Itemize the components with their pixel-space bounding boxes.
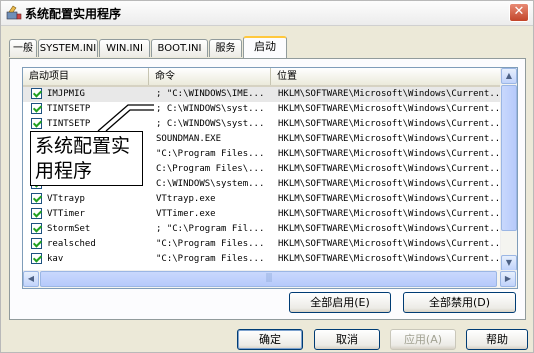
startup-item-command: VTTimer.exe (156, 209, 216, 219)
msconfig-app-icon (6, 5, 22, 20)
vertical-scrollbar[interactable]: ▲ ▼ (500, 68, 517, 271)
column-header-command[interactable]: 命令 (149, 68, 271, 85)
list-row[interactable]: TINTSETP ; C:\WINDOWS\syst... HKLM\SOFTWAR… (23, 102, 503, 117)
startup-item-command: "C:\Program Files... (156, 149, 265, 159)
button-label: 取消 (336, 333, 358, 346)
startup-item-command: VTtrayp.exe (156, 194, 216, 204)
startup-item-checkbox[interactable] (31, 88, 42, 99)
tab-system-ini[interactable]: SYSTEM.INI (38, 39, 98, 57)
tab-general[interactable]: 一般 (9, 39, 37, 57)
startup-item-name: VTTimer (47, 209, 85, 219)
list-row[interactable]: VTtrayp VTtrayp.exe HKLM\SOFTWARE\Microsof… (23, 192, 503, 207)
help-button[interactable]: 帮助 (466, 329, 528, 350)
tab-label: 启动 (254, 40, 276, 53)
startup-item-location: HKLM\SOFTWARE\Microsoft\Windows\Current.… (278, 254, 503, 264)
tab-label: SYSTEM.INI (39, 43, 97, 54)
startup-item-name: TINTSETP (47, 119, 91, 129)
ok-button[interactable]: 确定 (237, 329, 303, 350)
list-header: 启动项目 命令 位置 (23, 68, 503, 87)
button-label: 应用(A) (403, 333, 443, 346)
startup-item-location: HKLM\SOFTWARE\Microsoft\Windows\Current.… (278, 179, 503, 189)
column-label: 位置 (277, 71, 297, 82)
title-bar: 系统配置实用程序 ✕ (1, 1, 533, 26)
startup-item-checkbox[interactable] (31, 223, 42, 234)
startup-item-location: HKLM\SOFTWARE\Microsoft\Windows\Current.… (278, 164, 503, 174)
startup-item-command: C:\WINDOWS\system... (156, 179, 265, 189)
startup-item-location: HKLM\SOFTWARE\Microsoft\Windows\Current.… (278, 134, 503, 144)
startup-item-checkbox[interactable] (31, 208, 42, 219)
scroll-left-button[interactable]: ◀ (23, 271, 39, 287)
button-label: 全部禁用(D) (428, 296, 491, 309)
startup-item-checkbox[interactable] (31, 118, 42, 129)
startup-item-command: "C:\Program Files... (156, 239, 265, 249)
chevron-down-icon: ▼ (505, 258, 513, 267)
startup-item-name: realsched (47, 239, 96, 249)
apply-button[interactable]: 应用(A) (390, 329, 456, 350)
tab-services[interactable]: 服务 (209, 39, 242, 57)
horizontal-scrollbar[interactable]: ◀ ||| ▶ (23, 270, 517, 288)
startup-item-command: ; C:\WINDOWS\syst... (156, 119, 265, 129)
startup-item-location: HKLM\SOFTWARE\Microsoft\Windows\Current.… (278, 224, 503, 234)
close-button[interactable]: ✕ (509, 3, 529, 22)
list-row[interactable]: kav "C:\Program Files... HKLM\SOFTWARE\Mic… (23, 252, 503, 267)
startup-item-location: HKLM\SOFTWARE\Microsoft\Windows\Current.… (278, 209, 503, 219)
startup-item-location: HKLM\SOFTWARE\Microsoft\Windows\Current.… (278, 104, 503, 114)
startup-item-location: HKLM\SOFTWARE\Microsoft\Windows\Current.… (278, 89, 503, 99)
chevron-right-icon: ▶ (504, 274, 512, 283)
startup-item-location: HKLM\SOFTWARE\Microsoft\Windows\Current.… (278, 119, 503, 129)
column-label: 启动项目 (29, 71, 69, 82)
tab-label: BOOT.INI (157, 43, 202, 54)
startup-item-command: ; C:\WINDOWS\syst... (156, 104, 265, 114)
chevron-left-icon: ◀ (27, 274, 35, 283)
startup-item-command: ; "C:\WINDOWS\IME... (156, 89, 265, 99)
horizontal-scroll-thumb[interactable]: ||| (40, 271, 497, 287)
list-row[interactable]: VTTimer VTTimer.exe HKLM\SOFTWARE\Microsof… (23, 207, 503, 222)
scroll-right-button[interactable]: ▶ (500, 271, 516, 287)
startup-item-location: HKLM\SOFTWARE\Microsoft\Windows\Current.… (278, 194, 503, 204)
startup-item-location: HKLM\SOFTWARE\Microsoft\Windows\Current.… (278, 239, 503, 249)
tab-win-ini[interactable]: WIN.INI (99, 39, 150, 57)
scroll-up-button[interactable]: ▲ (501, 68, 517, 84)
startup-item-name: kav (47, 254, 64, 264)
startup-item-command: C:\Program Files\... (156, 164, 265, 174)
startup-item-name: StormSet (47, 224, 91, 234)
scroll-down-button[interactable]: ▼ (501, 255, 517, 271)
startup-item-command: ; "C:\Program Fil... (156, 224, 265, 234)
tab-boot-ini[interactable]: BOOT.INI (151, 39, 208, 57)
startup-item-command: SOUNDMAN.EXE (156, 134, 222, 144)
window-title: 系统配置实用程序 (25, 7, 122, 21)
tab-label: 一般 (13, 43, 33, 54)
list-row[interactable]: TINTSETP ; C:\WINDOWS\syst... HKLM\SOFTWAR… (23, 117, 503, 132)
vertical-scroll-thumb[interactable] (501, 85, 517, 231)
annotation-callout: 系统配置实 用程序 (30, 131, 143, 186)
tab-label: WIN.INI (106, 43, 143, 54)
column-label: 命令 (155, 71, 175, 82)
startup-item-location: HKLM\SOFTWARE\Microsoft\Windows\Current.… (278, 149, 503, 159)
grip-icon: ||| (265, 273, 272, 283)
startup-item-checkbox[interactable] (31, 238, 42, 249)
startup-item-command: "C:\Program Files... (156, 254, 265, 264)
close-icon: ✕ (513, 4, 525, 19)
column-header-location[interactable]: 位置 (271, 68, 503, 85)
list-row[interactable]: IMJPMIG ; "C:\WINDOWS\IME... HKLM\SOFTWARE… (23, 87, 503, 102)
startup-item-name: TINTSETP (47, 104, 91, 114)
startup-item-name: IMJPMIG (47, 89, 85, 99)
button-label: 全部启用(E) (310, 296, 370, 309)
button-label: 确定 (259, 333, 281, 346)
startup-item-name: VTtrayp (47, 194, 85, 204)
list-row[interactable]: StormSet ; "C:\Program Fil... HKLM\SOFTWAR… (23, 222, 503, 237)
startup-item-checkbox[interactable] (31, 103, 42, 114)
startup-item-checkbox[interactable] (31, 253, 42, 264)
disable-all-button[interactable]: 全部禁用(D) (403, 292, 516, 313)
tab-label: 服务 (215, 43, 236, 54)
chevron-up-icon: ▲ (505, 71, 513, 80)
enable-all-button[interactable]: 全部启用(E) (289, 292, 391, 313)
cancel-button[interactable]: 取消 (314, 329, 380, 350)
column-header-startup-item[interactable]: 启动项目 (23, 68, 149, 85)
startup-item-checkbox[interactable] (31, 193, 42, 204)
list-row[interactable]: realsched "C:\Program Files... HKLM\SOFTWA… (23, 237, 503, 252)
tab-startup[interactable]: 启动 (243, 36, 287, 58)
button-label: 帮助 (486, 333, 508, 346)
